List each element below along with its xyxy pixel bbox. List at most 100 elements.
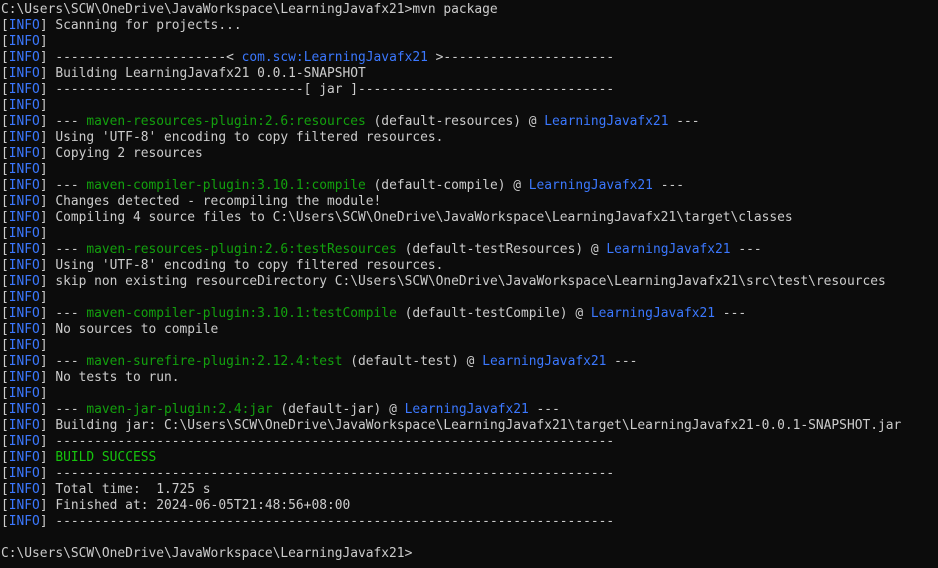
output-text: No sources to compile	[47, 322, 219, 337]
terminal-line: [INFO] Total time: 1.725 s	[0, 482, 938, 498]
terminal-window[interactable]: C:\Users\SCW\OneDrive\JavaWorkspace\Lear…	[0, 0, 938, 568]
log-level-label: INFO	[8, 498, 40, 513]
log-level-tag: [INFO]	[1, 482, 48, 497]
log-level-label: INFO	[8, 370, 40, 385]
terminal-line: [INFO] ---------------------------------…	[0, 466, 938, 482]
output-text: Building jar: C:\Users\SCW\OneDrive\Java…	[47, 418, 902, 433]
log-level-tag: [INFO]	[1, 98, 48, 113]
log-level-label: INFO	[8, 274, 40, 289]
terminal-line: [INFO] --- maven-resources-plugin:2.6:re…	[0, 114, 938, 130]
log-level-label: INFO	[8, 338, 40, 353]
output-text: >----------------------	[427, 50, 615, 65]
log-level-tag: [INFO]	[1, 242, 48, 257]
log-level-tag: [INFO]	[1, 66, 48, 81]
log-level-tag: [INFO]	[1, 514, 48, 529]
terminal-line: [INFO] Changes detected - recompiling th…	[0, 194, 938, 210]
log-level-label: INFO	[8, 482, 40, 497]
log-level-label: INFO	[8, 98, 40, 113]
terminal-line: [INFO] --- maven-compiler-plugin:3.10.1:…	[0, 178, 938, 194]
terminal-line: [INFO]	[0, 226, 938, 242]
log-level-label: INFO	[8, 322, 40, 337]
log-level-tag: [INFO]	[1, 338, 48, 353]
project-name: LearningJavafx21	[482, 354, 607, 369]
log-level-tag: [INFO]	[1, 50, 48, 65]
output-text: (default-testResources) @	[396, 242, 607, 257]
log-level-tag: [INFO]	[1, 194, 48, 209]
log-level-tag: [INFO]	[1, 402, 48, 417]
plugin-goal: maven-resources-plugin:2.6:testResources	[86, 242, 397, 257]
output-text: (default-test) @	[342, 354, 483, 369]
output-text: C:\Users\SCW\OneDrive\JavaWorkspace\Lear…	[1, 546, 413, 561]
log-level-label: INFO	[8, 210, 40, 225]
log-level-label: INFO	[8, 178, 40, 193]
output-text: (default-resources) @	[365, 114, 545, 129]
terminal-line: [INFO] --- maven-surefire-plugin:2.12.4:…	[0, 354, 938, 370]
log-level-label: INFO	[8, 226, 40, 241]
output-text: ---	[652, 178, 684, 193]
output-text: Building LearningJavafx21 0.0.1-SNAPSHOT	[47, 66, 366, 81]
output-text: Compiling 4 source files to C:\Users\SCW…	[47, 210, 793, 225]
terminal-line: [INFO] BUILD SUCCESS	[0, 450, 938, 466]
project-name: LearningJavafx21	[590, 306, 716, 321]
output-text: --------------------------------[ jar ]-…	[47, 82, 615, 97]
output-text: (default-compile) @	[365, 178, 529, 193]
terminal-line: [INFO] --- maven-compiler-plugin:3.10.1:…	[0, 306, 938, 322]
log-level-label: INFO	[8, 418, 40, 433]
output-text: C:\Users\SCW\OneDrive\JavaWorkspace\Lear…	[1, 2, 498, 17]
terminal-line: C:\Users\SCW\OneDrive\JavaWorkspace\Lear…	[0, 546, 938, 562]
log-level-tag: [INFO]	[1, 290, 48, 305]
log-level-label: INFO	[8, 402, 40, 417]
project-name: LearningJavafx21	[544, 114, 669, 129]
output-text: ----------------------------------------…	[47, 434, 615, 449]
output-text: ---	[47, 402, 87, 417]
output-text: ----------------------------------------…	[47, 466, 615, 481]
output-text: ---	[47, 354, 87, 369]
log-level-tag: [INFO]	[1, 306, 48, 321]
output-text: ---	[47, 178, 87, 193]
terminal-line: [INFO]	[0, 98, 938, 114]
terminal-line: [INFO]	[0, 34, 938, 50]
output-text: Scanning for projects...	[47, 18, 242, 33]
terminal-line: [INFO] skip non existing resourceDirecto…	[0, 274, 938, 290]
output-text: Changes detected - recompiling the modul…	[47, 194, 382, 209]
project-name: LearningJavafx21	[528, 178, 653, 193]
log-level-label: INFO	[8, 82, 40, 97]
output-text: ---	[47, 306, 87, 321]
terminal-line: [INFO]	[0, 290, 938, 306]
log-level-label: INFO	[8, 354, 40, 369]
log-level-tag: [INFO]	[1, 210, 48, 225]
terminal-line: [INFO] ---------------------------------…	[0, 514, 938, 530]
log-level-label: INFO	[8, 162, 40, 177]
terminal-line: [INFO]	[0, 386, 938, 402]
output-text: Copying 2 resources	[47, 146, 203, 161]
output-text: skip non existing resourceDirectory C:\U…	[47, 274, 886, 289]
terminal-line: [INFO] --- maven-jar-plugin:2.4:jar (def…	[0, 402, 938, 418]
log-level-tag: [INFO]	[1, 178, 48, 193]
output-text: ---	[528, 402, 560, 417]
terminal-line: C:\Users\SCW\OneDrive\JavaWorkspace\Lear…	[0, 2, 938, 18]
log-level-label: INFO	[8, 194, 40, 209]
log-level-label: INFO	[8, 386, 40, 401]
plugin-goal: maven-surefire-plugin:2.12.4:test	[86, 354, 343, 369]
log-level-tag: [INFO]	[1, 418, 48, 433]
log-level-label: INFO	[8, 466, 40, 481]
log-level-label: INFO	[8, 514, 40, 529]
output-text: ---	[730, 242, 762, 257]
plugin-goal: maven-compiler-plugin:3.10.1:testCompile	[86, 306, 397, 321]
project-name: com.scw:LearningJavafx21	[241, 50, 428, 65]
log-level-tag: [INFO]	[1, 498, 48, 513]
log-level-label: INFO	[8, 146, 40, 161]
terminal-line: [INFO] Copying 2 resources	[0, 146, 938, 162]
log-level-tag: [INFO]	[1, 370, 48, 385]
output-text: ----------------------<	[47, 50, 242, 65]
terminal-line: [INFO] Using 'UTF-8' encoding to copy fi…	[0, 258, 938, 274]
log-level-label: INFO	[8, 450, 40, 465]
log-level-tag: [INFO]	[1, 162, 48, 177]
output-text: Finished at: 2024-06-05T21:48:56+08:00	[47, 498, 351, 513]
log-level-label: INFO	[8, 50, 40, 65]
terminal-line: [INFO] Compiling 4 source files to C:\Us…	[0, 210, 938, 226]
log-level-tag: [INFO]	[1, 450, 48, 465]
output-text: ---	[47, 242, 87, 257]
output-text: ---	[606, 354, 638, 369]
terminal-line: [INFO] ----------------------< com.scw:L…	[0, 50, 938, 66]
